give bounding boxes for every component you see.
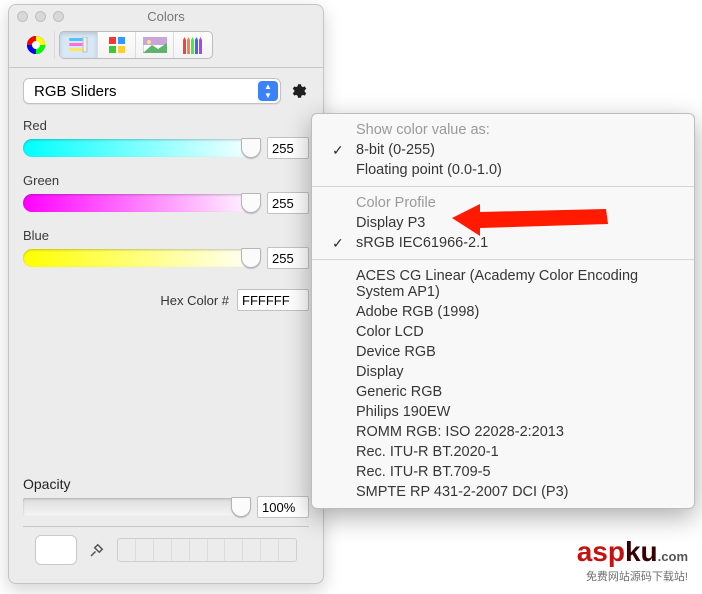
swatch-strip[interactable] (117, 538, 297, 562)
menu-item-generic[interactable]: Generic RGB (312, 382, 694, 402)
menu-item-display[interactable]: Display (312, 362, 694, 382)
current-swatch[interactable] (35, 535, 77, 565)
slider-knob[interactable] (241, 138, 261, 158)
slider-mode-value: RGB Sliders (34, 83, 117, 100)
logo-subtitle: 免费网站源码下载站! (577, 568, 688, 584)
logo-suffix: .com (658, 549, 688, 564)
slider-knob[interactable] (241, 193, 261, 213)
green-label: Green (23, 173, 309, 188)
menu-item-bt2020[interactable]: Rec. ITU-R BT.2020-1 (312, 442, 694, 462)
gear-button[interactable] (287, 80, 309, 102)
slider-mode-select[interactable]: RGB Sliders ▲▼ (23, 78, 281, 104)
menu-separator (312, 259, 694, 260)
swatch-footer (23, 527, 309, 573)
tab-sliders[interactable] (60, 32, 98, 58)
blue-label: Blue (23, 228, 309, 243)
color-options-menu: Show color value as: 8-bit (0-255) Float… (311, 113, 695, 509)
chevron-updown-icon: ▲▼ (258, 81, 278, 101)
window-title: Colors (9, 9, 323, 24)
color-wheel-icon (26, 35, 46, 55)
sliders-panel: RGB Sliders ▲▼ Red Green Blue Hex Colo (9, 68, 323, 583)
tab-color-wheel[interactable] (17, 31, 55, 59)
watermark-logo: aspku.com 免费网站源码下载站! (577, 536, 688, 584)
sliders-icon (68, 37, 90, 53)
menu-item-devicergb[interactable]: Device RGB (312, 342, 694, 362)
menu-item-smpte[interactable]: SMPTE RP 431-2-2007 DCI (P3) (312, 482, 694, 502)
tab-palettes[interactable] (98, 32, 136, 58)
picker-tabs-segment (59, 31, 213, 59)
menu-item-colorlcd[interactable]: Color LCD (312, 322, 694, 342)
menu-item-philips[interactable]: Philips 190EW (312, 402, 694, 422)
titlebar: Colors (9, 5, 323, 27)
blue-value-input[interactable] (267, 247, 309, 269)
red-value-input[interactable] (267, 137, 309, 159)
eyedropper-button[interactable] (87, 540, 107, 560)
logo-text-1: asp (577, 536, 625, 567)
green-slider[interactable] (23, 194, 259, 212)
image-icon (143, 37, 167, 53)
eyedropper-icon (88, 541, 106, 559)
green-value-input[interactable] (267, 192, 309, 214)
picker-tabs (9, 27, 323, 68)
red-slider[interactable] (23, 139, 259, 157)
crayons-icon (182, 36, 204, 54)
menu-heading-value-format: Show color value as: (312, 120, 694, 140)
hex-label: Hex Color # (160, 293, 229, 308)
logo-text-2: ku (625, 536, 658, 567)
menu-item-display-p3[interactable]: Display P3 (312, 213, 694, 233)
menu-item-srgb[interactable]: sRGB IEC61966-2.1 (312, 233, 694, 253)
slider-knob[interactable] (231, 497, 251, 517)
menu-item-adobergb[interactable]: Adobe RGB (1998) (312, 302, 694, 322)
red-label: Red (23, 118, 309, 133)
menu-item-floating[interactable]: Floating point (0.0-1.0) (312, 160, 694, 180)
slider-knob[interactable] (241, 248, 261, 268)
opacity-slider[interactable] (23, 498, 249, 516)
blue-slider[interactable] (23, 249, 259, 267)
palette-icon (108, 36, 126, 54)
tab-crayons[interactable] (174, 32, 212, 58)
menu-heading-color-profile: Color Profile (312, 193, 694, 213)
menu-separator (312, 186, 694, 187)
menu-item-aces[interactable]: ACES CG Linear (Academy Color Encoding S… (312, 266, 694, 302)
menu-item-romm[interactable]: ROMM RGB: ISO 22028-2:2013 (312, 422, 694, 442)
gear-icon (289, 82, 307, 100)
colors-window: Colors (8, 4, 324, 584)
menu-item-bt709[interactable]: Rec. ITU-R BT.709-5 (312, 462, 694, 482)
hex-input[interactable] (237, 289, 309, 311)
menu-item-8bit[interactable]: 8-bit (0-255) (312, 140, 694, 160)
opacity-label: Opacity (23, 476, 309, 492)
tab-image[interactable] (136, 32, 174, 58)
opacity-value-input[interactable] (257, 496, 309, 518)
